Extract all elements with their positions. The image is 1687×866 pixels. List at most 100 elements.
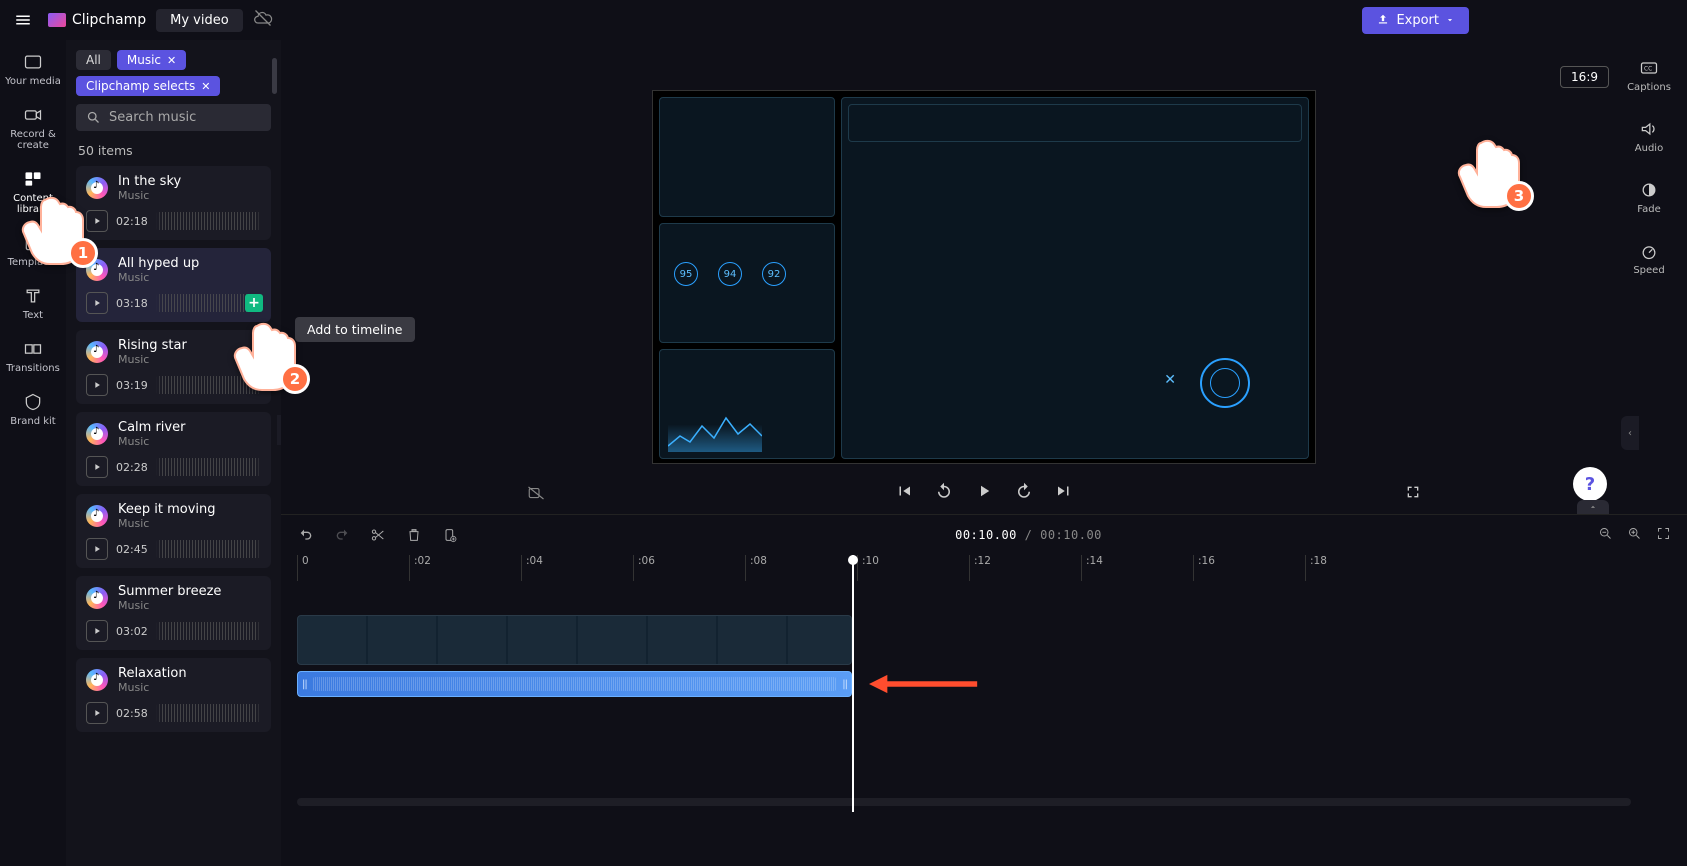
play-button[interactable] xyxy=(975,482,993,500)
rewind-button[interactable] xyxy=(935,482,953,500)
waveform-preview xyxy=(156,540,261,558)
speed-button[interactable]: Speed xyxy=(1633,241,1664,276)
ruler-tick: :12 xyxy=(969,555,1081,581)
paste-button[interactable] xyxy=(441,526,459,544)
nav-transitions[interactable]: Transitions xyxy=(6,339,60,374)
album-icon xyxy=(86,505,108,527)
zoom-out-button[interactable] xyxy=(1598,526,1613,545)
track-title: Rising star xyxy=(118,338,187,353)
album-icon xyxy=(86,341,108,363)
preview-play-button[interactable] xyxy=(86,374,108,396)
nav-your-media[interactable]: Your media xyxy=(5,52,61,87)
hud-panel: 95 94 92 xyxy=(659,223,835,343)
ruler-tick: :02 xyxy=(409,555,521,581)
split-button[interactable] xyxy=(369,526,387,544)
hide-preview-button[interactable] xyxy=(527,484,545,506)
editor-area: 16:9 ✕ 95 94 92 xyxy=(281,40,1687,866)
close-icon[interactable]: ✕ xyxy=(201,80,210,93)
properties-drawer-toggle[interactable]: ‹ xyxy=(1621,416,1639,450)
close-icon[interactable]: ✕ xyxy=(167,54,176,67)
clip-handle-right[interactable]: || xyxy=(842,679,847,690)
preview-play-button[interactable] xyxy=(86,538,108,560)
waveform-preview xyxy=(156,212,261,230)
export-button[interactable]: Export xyxy=(1362,7,1469,34)
track-item[interactable]: Calm river Music 02:28 xyxy=(76,412,271,486)
track-item[interactable]: Rising star Music 03:19 xyxy=(76,330,271,404)
hud-number: 92 xyxy=(762,262,786,286)
ruler-tick: 0 xyxy=(297,555,409,581)
project-name[interactable]: My video xyxy=(156,9,243,32)
drawer-chevron[interactable] xyxy=(1577,500,1609,514)
track-item[interactable]: All hyped up Music 03:18 + xyxy=(76,248,271,322)
ruler-tick: :10 xyxy=(857,555,969,581)
track-item[interactable]: In the sky Music 02:18 xyxy=(76,166,271,240)
undo-button[interactable] xyxy=(297,526,315,544)
nav-templates[interactable]: Templates xyxy=(8,233,59,268)
audio-button[interactable]: Audio xyxy=(1635,119,1663,154)
fullscreen-button[interactable] xyxy=(1405,484,1421,504)
ruler-tick: :14 xyxy=(1081,555,1193,581)
hud-panel: ✕ xyxy=(841,97,1309,459)
preview-play-button[interactable] xyxy=(86,292,108,314)
waveform-preview xyxy=(156,622,261,640)
track-subtitle: Music xyxy=(118,517,216,530)
ruler-tick: :06 xyxy=(633,555,745,581)
scrollbar-vertical[interactable] xyxy=(272,58,277,94)
track-list[interactable]: In the sky Music 02:18 All hyped up Musi… xyxy=(76,166,271,732)
nav-text[interactable]: Text xyxy=(23,286,43,321)
clip-handle-left[interactable]: || xyxy=(302,679,307,690)
ruler-tick: :04 xyxy=(521,555,633,581)
track-duration: 03:02 xyxy=(116,625,148,638)
chip-all[interactable]: All xyxy=(76,50,111,70)
track-duration: 02:18 xyxy=(116,215,148,228)
fade-button[interactable]: Fade xyxy=(1637,180,1660,215)
preview-play-button[interactable] xyxy=(86,210,108,232)
zoom-in-button[interactable] xyxy=(1627,526,1642,545)
track-duration: 02:58 xyxy=(116,707,148,720)
playhead[interactable] xyxy=(852,555,854,812)
search-input[interactable]: Search music xyxy=(76,104,271,131)
nav-brand-kit[interactable]: Brand kit xyxy=(10,392,55,427)
delete-button[interactable] xyxy=(405,526,423,544)
album-icon xyxy=(86,423,108,445)
track-subtitle: Music xyxy=(118,681,187,694)
add-to-timeline-button[interactable]: + xyxy=(245,294,263,312)
track-item[interactable]: Summer breeze Music 03:02 xyxy=(76,576,271,650)
nav-content-library[interactable]: Content library xyxy=(0,169,66,215)
rr-label: Audio xyxy=(1635,143,1663,154)
skip-start-button[interactable] xyxy=(895,482,913,500)
hud-panel xyxy=(659,97,835,217)
hud-number: 94 xyxy=(718,262,742,286)
track-item[interactable]: Keep it moving Music 02:45 xyxy=(76,494,271,568)
preview-play-button[interactable] xyxy=(86,702,108,724)
chip-music[interactable]: Music ✕ xyxy=(117,50,186,70)
chip-clipchamp-selects[interactable]: Clipchamp selects ✕ xyxy=(76,76,220,96)
audio-clip[interactable]: || || xyxy=(297,671,852,697)
nav-record-create[interactable]: Record & create xyxy=(0,105,66,151)
skip-end-button[interactable] xyxy=(1055,482,1073,500)
playback-controls xyxy=(895,482,1073,500)
menu-button[interactable] xyxy=(8,5,38,35)
sync-off-icon[interactable] xyxy=(253,8,273,32)
annotation-arrow xyxy=(869,670,979,702)
aspect-ratio-button[interactable]: 16:9 xyxy=(1560,66,1609,88)
track-duration: 03:19 xyxy=(116,379,148,392)
hud-panel xyxy=(659,349,835,459)
track-title: Relaxation xyxy=(118,666,187,681)
fit-button[interactable] xyxy=(1656,526,1671,545)
library-panel: All Music ✕ Clipchamp selects ✕ Search m… xyxy=(66,40,281,866)
svg-text:CC: CC xyxy=(1644,67,1652,73)
preview-play-button[interactable] xyxy=(86,456,108,478)
forward-button[interactable] xyxy=(1015,482,1033,500)
redo-button[interactable] xyxy=(333,526,351,544)
ruler-tick: :18 xyxy=(1305,555,1417,581)
chip-label: Music xyxy=(127,53,161,67)
scrollbar-horizontal[interactable] xyxy=(297,798,1631,806)
timeline-ruler[interactable]: 0:02:04:06:08:10:12:14:16:18 xyxy=(281,555,1687,581)
preview-play-button[interactable] xyxy=(86,620,108,642)
video-preview[interactable]: ✕ 95 94 92 xyxy=(652,90,1316,464)
video-clip[interactable] xyxy=(297,615,852,665)
track-item[interactable]: Relaxation Music 02:58 xyxy=(76,658,271,732)
captions-button[interactable]: CC Captions xyxy=(1627,58,1671,93)
help-button[interactable]: ? xyxy=(1573,467,1607,501)
